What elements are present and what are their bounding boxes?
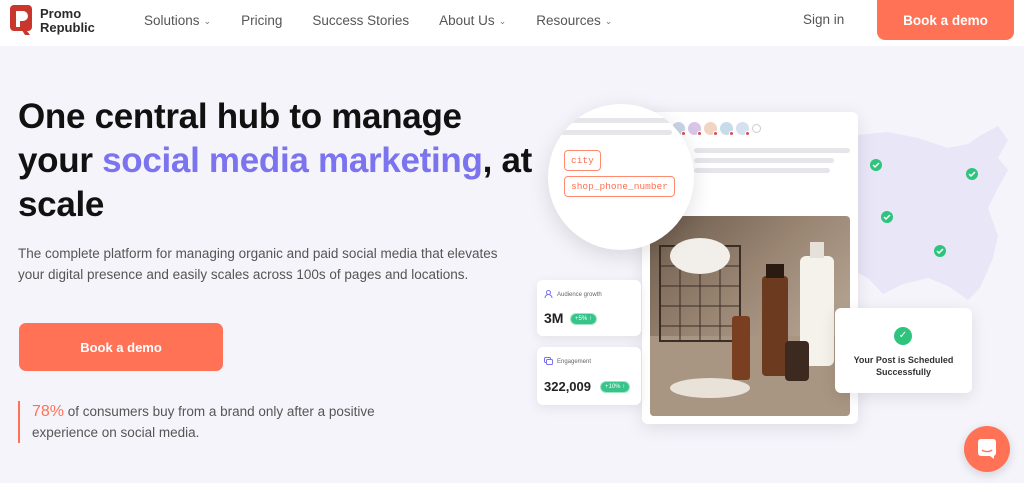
stat-percent: 78% [32,403,65,420]
nav-item-label: About Us [439,12,495,28]
scheduled-message: Your Post is Scheduled Successfully [853,355,954,377]
chevron-down-icon: ⌄ [203,15,212,26]
nav-item-solutions[interactable]: Solutions ⌄ [144,13,211,28]
chevron-down-icon: ⌄ [498,15,507,26]
map-pin-icon [881,211,893,223]
consumer-stat: 78% of consumers buy from a brand only a… [18,401,438,443]
hero-title: One central hub to manage your social me… [18,95,538,227]
audience-growth-badge: +5% ↑ [570,313,597,325]
nav-item-resources[interactable]: Resources ⌄ [536,13,612,28]
nav-item-success-stories[interactable]: Success Stories [312,13,409,28]
personalization-zoom: city shop_phone_number [548,104,694,250]
nav-item-label: Resources [536,12,601,28]
audience-growth-value: 3M [544,310,564,326]
check-icon: ✓ [894,327,912,345]
logo-mark-icon [10,5,36,37]
chevron-down-icon: ⌄ [604,15,613,26]
avatar [688,122,702,136]
top-navigation: Promo Republic Solutions ⌄ Pricing Succe… [0,0,1024,46]
promorepublic-logo[interactable]: Promo Republic [10,5,95,37]
sign-in-link[interactable]: Sign in [803,12,844,27]
avatar [720,122,734,136]
audience-icon [544,290,553,299]
nav-links: Solutions ⌄ Pricing Success Stories Abou… [144,0,612,40]
nav-item-label: Solutions [144,12,200,28]
nav-item-about-us[interactable]: About Us ⌄ [439,13,506,28]
nav-item-pricing[interactable]: Pricing [241,13,282,28]
hero-subtitle: The complete platform for managing organ… [18,246,498,282]
map-pin-icon [870,159,882,171]
logo-line-2: Republic [40,20,95,35]
scheduled-confirmation-card: ✓ Your Post is Scheduled Successfully [835,308,972,393]
nav-item-label: Pricing [241,12,283,28]
engagement-label: Engagement [557,359,592,365]
engagement-card: Engagement 322,009 +10% ↑ [537,347,641,405]
chat-launcher-button[interactable] [964,426,1010,472]
avatar [736,122,750,136]
engagement-value: 322,009 [544,379,591,394]
engagement-badge: +10% ↑ [600,381,631,393]
engagement-icon [544,357,553,365]
map-pin-icon [934,245,946,257]
book-demo-nav-button[interactable]: Book a demo [877,0,1014,40]
audience-growth-label: Audience growth [557,292,602,298]
chat-icon [978,439,996,459]
book-demo-button[interactable]: Book a demo [19,323,223,371]
audience-growth-card: Audience growth 3M +5% ↑ [537,280,641,336]
map-pin-icon [966,168,978,180]
add-account-icon[interactable] [752,124,761,133]
logo-line-1: Promo [40,6,82,21]
city-variable-tag: city [564,150,601,171]
stat-text: of consumers buy from a brand only after… [32,404,375,440]
post-product-photo [650,216,850,416]
phone-variable-tag: shop_phone_number [564,176,675,197]
avatar [704,122,718,136]
hero-title-highlight: social media marketing [102,141,483,180]
us-map-illustration [848,118,1024,308]
account-avatars [672,122,761,136]
nav-item-label: Success Stories [312,12,410,28]
